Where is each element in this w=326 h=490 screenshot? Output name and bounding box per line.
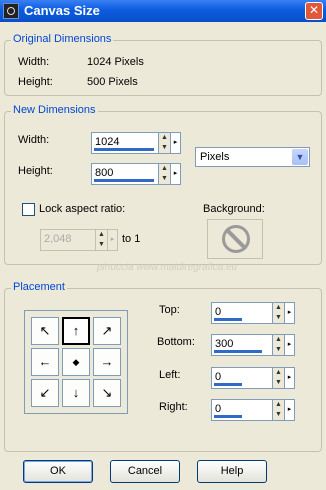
placement-title: Placement [11, 281, 67, 293]
down-arrow-icon[interactable]: ▼ [159, 174, 170, 184]
top-stepper[interactable]: ▲ ▼ [273, 302, 285, 324]
height-spinbox[interactable]: 800 ▲ ▼ ▸ [91, 163, 181, 185]
dialog-body: Original Dimensions Width: 1024 Pixels H… [2, 22, 324, 490]
right-value: 0 [215, 403, 222, 415]
original-width-value: 1024 Pixels [87, 56, 144, 68]
up-arrow-icon[interactable]: ▲ [159, 133, 170, 143]
units-select[interactable]: Pixels ▼ [195, 147, 310, 167]
app-icon [3, 3, 19, 19]
background-label: Background: [203, 203, 265, 215]
anchor-bottom-center[interactable]: ↓ [62, 379, 90, 407]
aspect-ratio-spinbox[interactable]: 2,048 ▲ ▼ ▸ [40, 229, 118, 251]
right-slider-bar[interactable] [214, 415, 242, 418]
aspect-ratio-suffix: to 1 [122, 233, 141, 245]
bottom-spinbox[interactable]: 300 ▲ ▼ ▸ [211, 334, 295, 356]
anchor-middle-left[interactable]: ← [31, 348, 59, 376]
bottom-slider-bar[interactable] [214, 350, 262, 353]
down-arrow-icon[interactable]: ▼ [273, 345, 284, 355]
aspect-ratio-menu-button[interactable]: ▸ [108, 229, 118, 251]
down-arrow-icon[interactable]: ▼ [273, 378, 284, 388]
original-height-label: Height: [18, 76, 53, 88]
top-label: Top: [159, 304, 180, 316]
chevron-down-icon[interactable]: ▼ [292, 149, 308, 165]
up-arrow-icon[interactable]: ▲ [273, 303, 284, 313]
aspect-ratio-stepper[interactable]: ▲ ▼ [96, 229, 108, 251]
ok-button[interactable]: OK [23, 460, 93, 483]
down-arrow-icon[interactable]: ▼ [159, 143, 170, 153]
no-color-icon [222, 225, 250, 253]
height-value: 800 [95, 167, 114, 179]
top-menu-button[interactable]: ▸ [285, 302, 295, 324]
width-stepper[interactable]: ▲ ▼ [159, 132, 171, 154]
anchor-top-center[interactable]: ↑ [62, 317, 90, 345]
height-slider-bar[interactable] [94, 179, 154, 182]
new-height-label: Height: [18, 165, 53, 177]
width-slider-bar[interactable] [94, 148, 154, 151]
left-spinbox[interactable]: 0 ▲ ▼ ▸ [211, 367, 295, 389]
right-label: Right: [159, 401, 188, 413]
anchor-grid: ↖ ↑ ↗ ← ◆ → ↙ ↓ ↘ [24, 310, 128, 414]
left-value: 0 [215, 371, 222, 383]
left-menu-button[interactable]: ▸ [285, 367, 295, 389]
right-input[interactable]: 0 [211, 399, 273, 421]
anchor-center[interactable]: ◆ [62, 348, 90, 376]
top-slider-bar[interactable] [214, 318, 242, 321]
top-value: 0 [215, 306, 222, 318]
down-arrow-icon[interactable]: ▼ [273, 313, 284, 323]
height-menu-button[interactable]: ▸ [171, 163, 181, 185]
title-bar: Canvas Size ✕ [0, 0, 326, 22]
bottom-value: 300 [215, 338, 234, 350]
up-arrow-icon[interactable]: ▲ [96, 230, 107, 240]
new-dimensions-title: New Dimensions [11, 104, 98, 116]
width-value: 1024 [95, 136, 120, 148]
anchor-top-left[interactable]: ↖ [31, 317, 59, 345]
height-input[interactable]: 800 [91, 163, 159, 185]
right-menu-button[interactable]: ▸ [285, 399, 295, 421]
original-width-label: Width: [18, 56, 50, 68]
up-arrow-icon[interactable]: ▲ [273, 400, 284, 410]
width-menu-button[interactable]: ▸ [171, 132, 181, 154]
lock-aspect-checkbox[interactable] [22, 203, 35, 216]
units-value: Pixels [200, 151, 230, 163]
original-dimensions-title: Original Dimensions [11, 33, 114, 45]
left-label: Left: [159, 369, 181, 381]
cancel-button[interactable]: Cancel [110, 460, 180, 483]
down-arrow-icon[interactable]: ▼ [273, 410, 284, 420]
window-title: Canvas Size [24, 3, 100, 18]
aspect-ratio-value: 2,048 [44, 233, 72, 245]
height-stepper[interactable]: ▲ ▼ [159, 163, 171, 185]
left-stepper[interactable]: ▲ ▼ [273, 367, 285, 389]
anchor-bottom-left[interactable]: ↙ [31, 379, 59, 407]
right-stepper[interactable]: ▲ ▼ [273, 399, 285, 421]
new-width-label: Width: [18, 134, 50, 146]
original-height-value: 500 Pixels [87, 76, 138, 88]
top-input[interactable]: 0 [211, 302, 273, 324]
close-button[interactable]: ✕ [305, 2, 323, 20]
up-arrow-icon[interactable]: ▲ [159, 164, 170, 174]
lock-aspect-label: Lock aspect ratio: [39, 203, 126, 215]
anchor-top-right[interactable]: ↗ [93, 317, 121, 345]
anchor-middle-right[interactable]: → [93, 348, 121, 376]
aspect-ratio-input[interactable]: 2,048 [40, 229, 96, 251]
left-slider-bar[interactable] [214, 383, 242, 386]
help-button[interactable]: Help [197, 460, 267, 483]
bottom-input[interactable]: 300 [211, 334, 273, 356]
bottom-menu-button[interactable]: ▸ [285, 334, 295, 356]
up-arrow-icon[interactable]: ▲ [273, 368, 284, 378]
top-spinbox[interactable]: 0 ▲ ▼ ▸ [211, 302, 295, 324]
up-arrow-icon[interactable]: ▲ [273, 335, 284, 345]
background-color-swatch[interactable] [207, 219, 263, 259]
anchor-bottom-right[interactable]: ↘ [93, 379, 121, 407]
right-spinbox[interactable]: 0 ▲ ▼ ▸ [211, 399, 295, 421]
down-arrow-icon[interactable]: ▼ [96, 240, 107, 250]
width-input[interactable]: 1024 [91, 132, 159, 154]
bottom-label: Bottom: [157, 336, 195, 348]
width-spinbox[interactable]: 1024 ▲ ▼ ▸ [91, 132, 181, 154]
left-input[interactable]: 0 [211, 367, 273, 389]
bottom-stepper[interactable]: ▲ ▼ [273, 334, 285, 356]
